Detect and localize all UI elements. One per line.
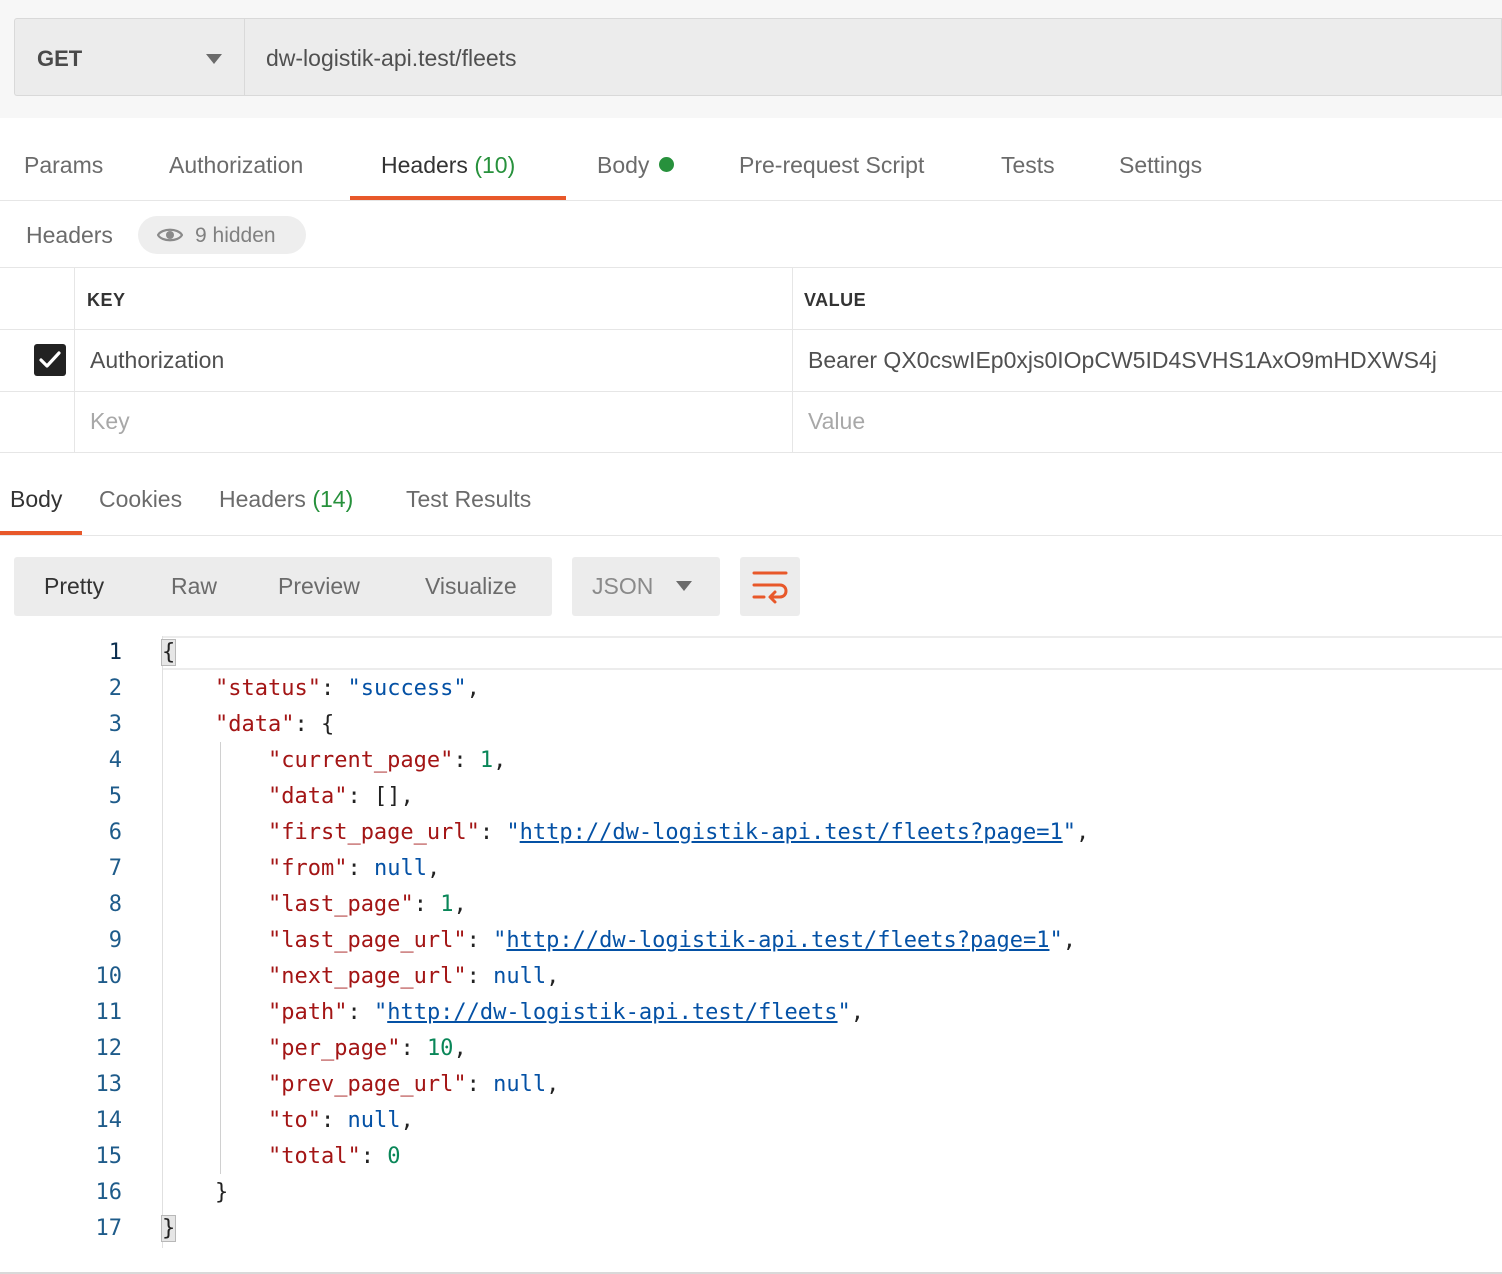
header-value-cell[interactable]: Bearer QX0cswIEp0xjs0IOpCW5ID4SVHS1AxO9m… (808, 347, 1437, 374)
wrap-lines-button[interactable] (740, 557, 800, 616)
wrap-lines-icon (752, 571, 788, 604)
format-label: JSON (592, 573, 654, 599)
response-tab-test-results[interactable]: Test Results (406, 486, 531, 513)
line-number: 7 (108, 856, 122, 881)
url-text: dw-logistik-api.test/fleets (266, 45, 517, 71)
line-number: 5 (108, 784, 122, 809)
code-line: "prev_page_url": null, (267, 1072, 560, 1097)
hidden-headers-toggle[interactable]: 9 hidden (138, 216, 306, 254)
code-line: "status": "success", (214, 676, 480, 701)
response-tab-body[interactable]: Body (10, 486, 62, 513)
request-bar: GET dw-logistik-api.test/fleets (0, 0, 1502, 118)
line-number: 12 (95, 1036, 123, 1061)
tab-tests[interactable]: Tests (1001, 152, 1055, 179)
new-header-row: Key Value (0, 391, 1502, 453)
code-line: "last_page_url": "http://dw-logistik-api… (267, 928, 1076, 953)
eye-icon (157, 228, 183, 242)
line-number: 17 (95, 1216, 123, 1241)
line-number: 2 (108, 676, 122, 701)
tab-params[interactable]: Params (24, 152, 103, 179)
code-line: "last_page": 1, (267, 892, 467, 917)
table-row: Authorization Bearer QX0cswIEp0xjs0IOpCW… (0, 330, 1502, 392)
code-line: "to": null, (267, 1108, 414, 1133)
response-tabs: Body Cookies Headers (14) Test Results (0, 453, 1502, 536)
code-line: "data": [], (267, 784, 414, 809)
line-number: 8 (108, 892, 122, 917)
table-header-row: KEY VALUE (0, 268, 1502, 330)
current-line-highlight (162, 636, 1502, 670)
response-body-editor[interactable]: 1 2 3 4 5 6 7 8 9 10 11 12 13 14 15 16 17 { "status": "s… (0, 636, 1502, 1272)
tab-pre-request-script[interactable]: Pre-request Script (739, 152, 924, 179)
code-line: } (162, 1180, 229, 1205)
response-tab-headers[interactable]: Headers (14) (219, 486, 353, 513)
method-select[interactable]: GET (14, 18, 244, 96)
line-number: 9 (108, 928, 122, 953)
json-link[interactable]: http://dw-logistik-api.test/fleets?page=… (506, 928, 1049, 953)
tab-settings[interactable]: Settings (1119, 152, 1202, 179)
value-column-header: VALUE (804, 290, 867, 310)
line-number: 15 (95, 1144, 123, 1169)
code-line: "from": null, (267, 856, 441, 881)
tab-headers[interactable]: Headers (10) (381, 152, 515, 179)
line-number: 3 (108, 712, 122, 737)
view-mode-pretty[interactable]: Pretty (44, 573, 104, 600)
line-number: 6 (108, 820, 122, 845)
tab-authorization[interactable]: Authorization (169, 152, 303, 179)
headers-section-title: Headers (26, 222, 113, 248)
json-link[interactable]: http://dw-logistik-api.test/fleets?page=… (520, 820, 1063, 845)
line-number: 11 (95, 1000, 123, 1025)
line-number: 13 (95, 1072, 123, 1097)
line-number: 16 (95, 1180, 123, 1205)
caret-down-icon (676, 581, 692, 591)
request-tabs: Params Authorization Headers (10) Body P… (0, 118, 1502, 201)
code-line: "current_page": 1, (267, 748, 507, 773)
line-number: 10 (95, 964, 123, 989)
new-key-input[interactable]: Key (90, 408, 130, 435)
view-mode-raw[interactable]: Raw (171, 573, 217, 600)
checkmark-icon (39, 351, 61, 368)
code-line: "data": { (214, 712, 335, 737)
format-select[interactable]: JSON (572, 557, 720, 616)
code-line: "path": "http://dw-logistik-api.test/fle… (267, 1000, 865, 1025)
response-headers-count: (14) (312, 486, 354, 512)
code-line: "first_page_url": "http://dw-logistik-ap… (267, 820, 1090, 845)
header-enabled-checkbox[interactable] (34, 344, 66, 376)
code-line: "per_page": 10, (267, 1036, 467, 1061)
column-divider (74, 268, 75, 452)
code-line: "next_page_url": null, (267, 964, 560, 989)
json-link[interactable]: http://dw-logistik-api.test/fleets (387, 1000, 837, 1025)
tab-body[interactable]: Body (597, 152, 675, 179)
column-divider (792, 268, 793, 452)
hidden-count: 9 hidden (195, 224, 276, 247)
header-key-cell[interactable]: Authorization (90, 347, 224, 374)
url-input[interactable]: dw-logistik-api.test/fleets (244, 18, 1502, 96)
active-tab-underline (350, 196, 566, 200)
view-mode-preview[interactable]: Preview (278, 573, 360, 600)
view-mode-visualize[interactable]: Visualize (425, 573, 517, 600)
response-tab-cookies[interactable]: Cookies (99, 486, 182, 513)
line-number: 14 (95, 1108, 123, 1133)
line-number: 4 (108, 748, 122, 773)
body-indicator-dot-icon (659, 157, 675, 172)
view-mode-segmented-control: Pretty Raw Preview Visualize (14, 557, 552, 616)
caret-down-icon (206, 54, 222, 64)
new-value-input[interactable]: Value (808, 408, 865, 435)
line-number: 1 (108, 640, 122, 665)
headers-count: (10) (474, 152, 516, 178)
headers-section-header: Headers 9 hidden (0, 201, 1502, 268)
code-line: "total": 0 (267, 1144, 401, 1169)
method-label: GET (37, 46, 83, 71)
code-line: } (160, 1215, 177, 1242)
key-column-header: KEY (87, 290, 126, 310)
code-line: { (160, 639, 177, 666)
active-response-tab-underline (0, 531, 82, 535)
headers-table: KEY VALUE Authorization Bearer QX0cswIEp… (0, 268, 1502, 453)
